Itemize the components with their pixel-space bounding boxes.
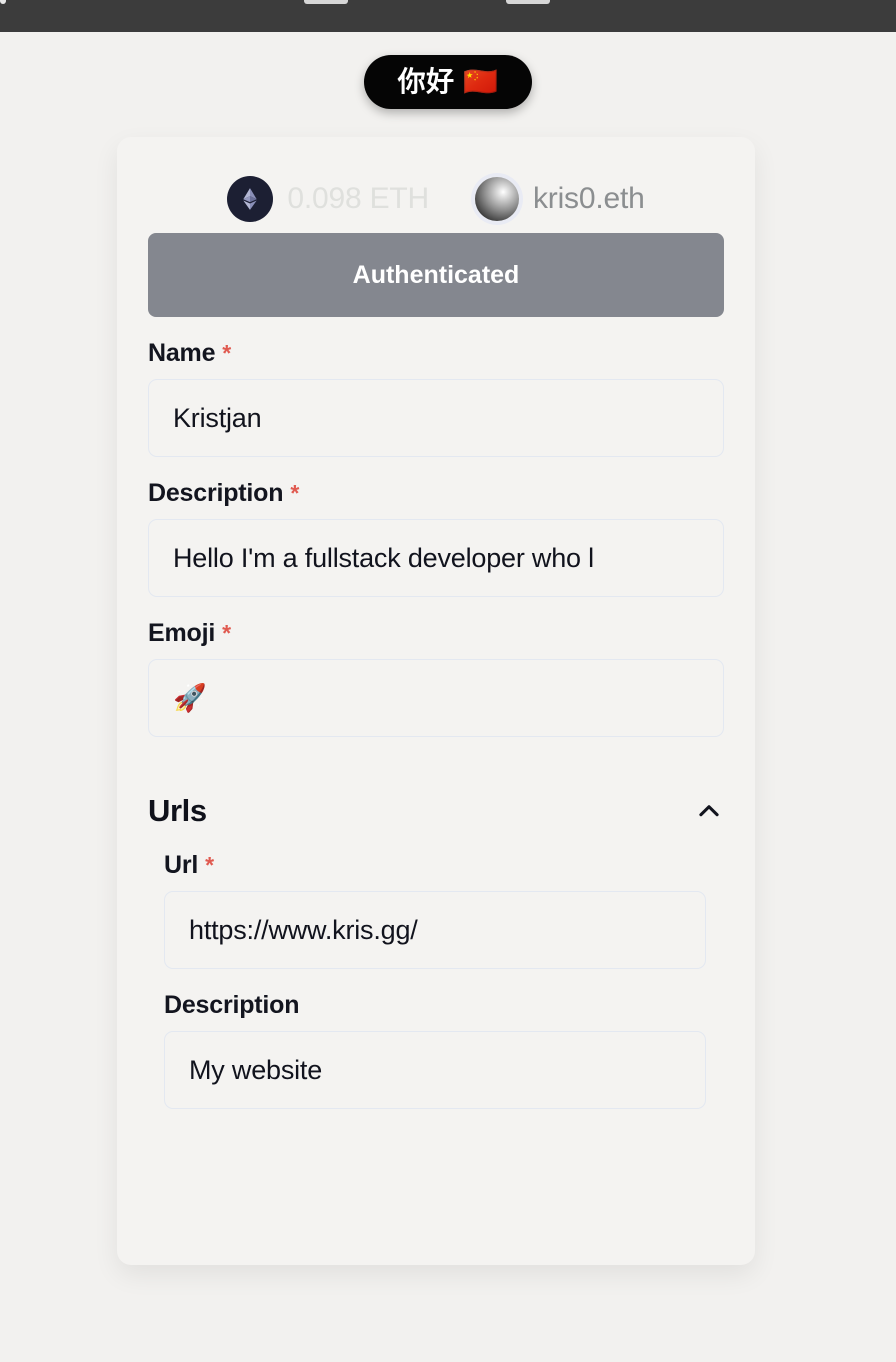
field-name-label-text: Name	[148, 339, 216, 367]
chrome-tab-fragment-2[interactable]	[506, 0, 550, 4]
field-url: Url * https://www.kris.gg/	[164, 851, 706, 969]
ens-name-text: kris0.eth	[533, 182, 645, 215]
emoji-input-value: 🚀	[173, 683, 207, 713]
ethereum-logo-icon	[227, 176, 274, 222]
url-input[interactable]: https://www.kris.gg/	[164, 891, 706, 969]
avatar	[475, 177, 519, 221]
eth-balance-text: 0.098 ETH	[287, 182, 429, 215]
field-name: Name * Kristjan	[148, 339, 724, 457]
name-input-value: Kristjan	[173, 402, 262, 433]
field-emoji-label: Emoji *	[148, 619, 724, 648]
profile-card: 0.098 ETH kris0.eth Authenticated Name *…	[117, 137, 755, 1265]
emoji-input[interactable]: 🚀	[148, 659, 724, 737]
field-emoji: Emoji * 🚀	[148, 619, 724, 737]
browser-chrome-bar	[0, 0, 896, 32]
urls-section-body: Url * https://www.kris.gg/ Description M…	[117, 851, 755, 1109]
field-description-label-text: Description	[148, 479, 284, 507]
greeting-pill-button[interactable]: 你好 🇨🇳	[363, 55, 533, 109]
required-asterisk: *	[222, 340, 232, 366]
field-name-label: Name *	[148, 339, 724, 368]
url-description-input-value: My website	[189, 1054, 323, 1085]
field-url-description-label: Description	[164, 991, 706, 1020]
field-emoji-label-text: Emoji	[148, 619, 216, 647]
description-input-value: Hello I'm a fullstack developer who l	[173, 542, 594, 573]
wallet-status-row: 0.098 ETH kris0.eth	[117, 137, 755, 233]
required-asterisk: *	[290, 480, 300, 506]
field-description-label: Description *	[148, 479, 724, 508]
chrome-edge-fragment	[0, 0, 6, 4]
authenticated-button[interactable]: Authenticated	[148, 233, 724, 317]
field-url-description: Description My website	[164, 991, 706, 1109]
chevron-up-icon[interactable]	[694, 796, 724, 826]
required-asterisk: *	[205, 852, 214, 878]
greeting-container: 你好 🇨🇳	[0, 55, 896, 109]
required-asterisk: *	[222, 620, 231, 646]
field-url-description-label-text: Description	[164, 991, 300, 1019]
chrome-tab-fragment-1[interactable]	[304, 0, 348, 4]
urls-section-title: Urls	[148, 793, 207, 828]
urls-section-header[interactable]: Urls	[117, 793, 755, 829]
field-url-label-text: Url	[164, 851, 199, 879]
description-input[interactable]: Hello I'm a fullstack developer who l	[148, 519, 724, 597]
profile-form: Name * Kristjan Description * Hello I'm …	[117, 339, 755, 737]
partial-browser-icon[interactable]	[168, 0, 206, 6]
field-description: Description * Hello I'm a fullstack deve…	[148, 479, 724, 597]
field-url-label: Url *	[164, 851, 706, 880]
url-input-value: https://www.kris.gg/	[189, 914, 418, 945]
name-input[interactable]: Kristjan	[148, 379, 724, 457]
url-description-input[interactable]: My website	[164, 1031, 706, 1109]
